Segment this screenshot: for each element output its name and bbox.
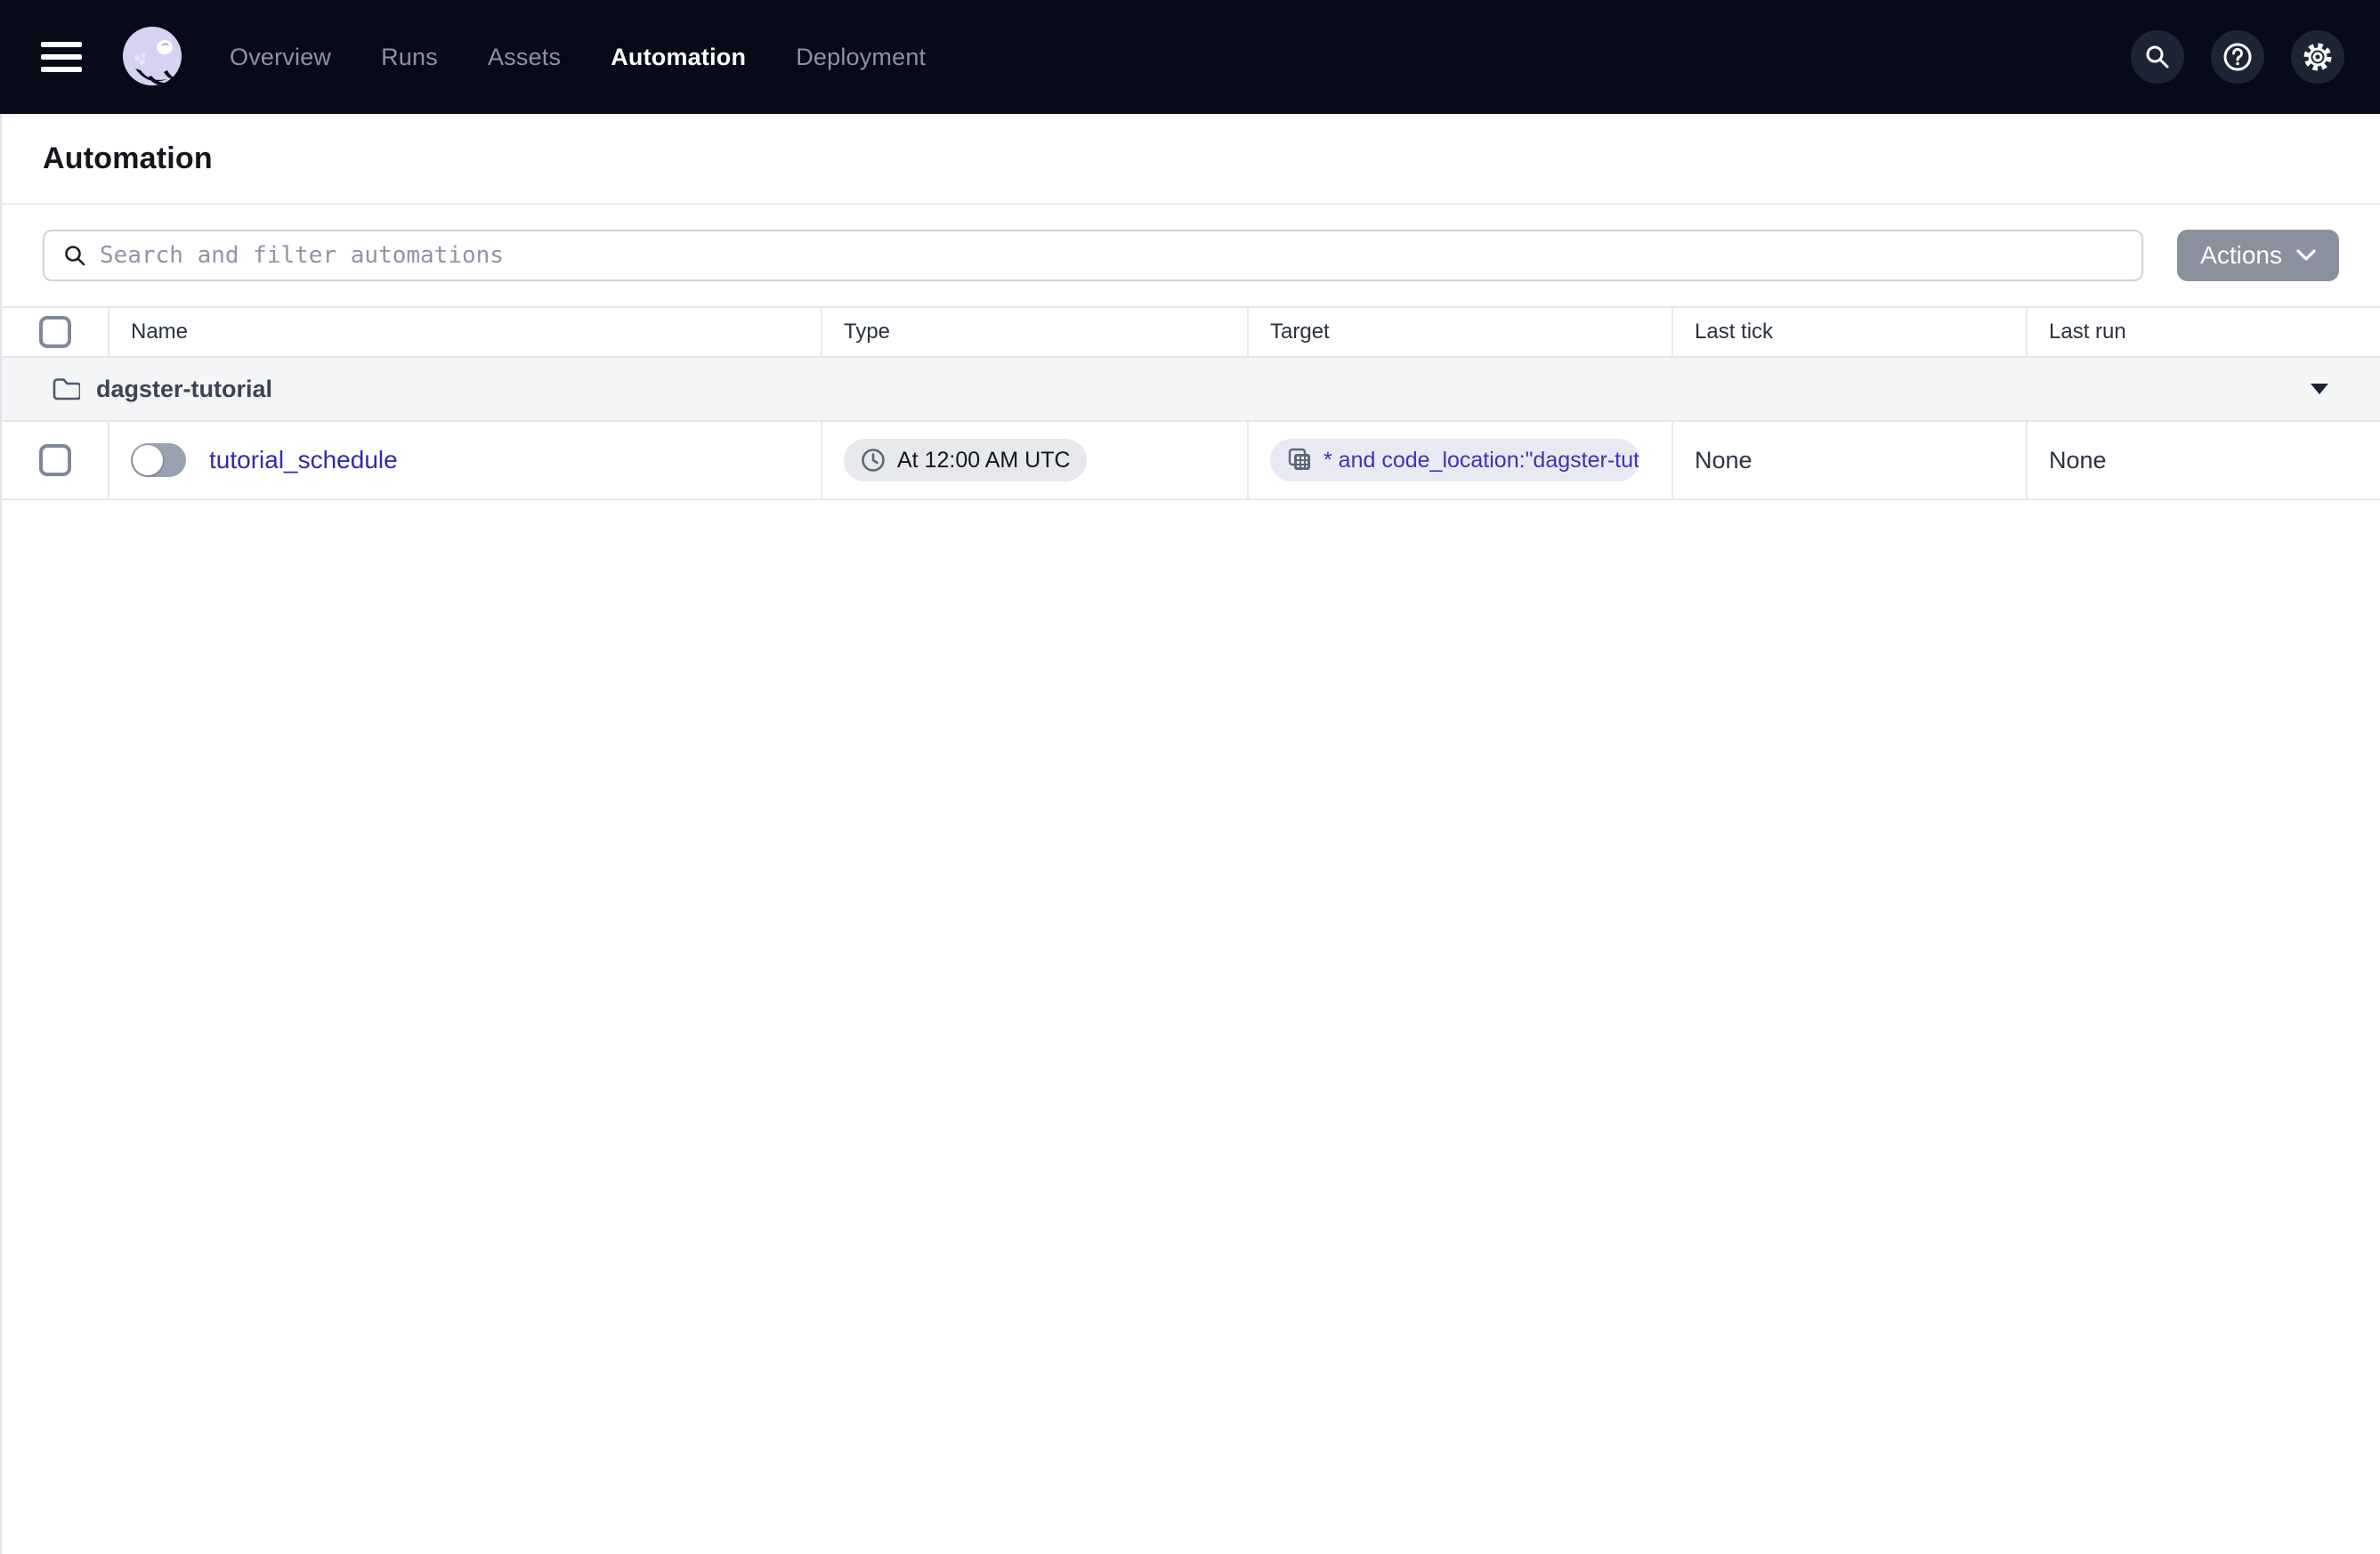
gear-icon	[2303, 43, 2332, 71]
column-header-last-run: Last run	[2026, 308, 2380, 356]
column-header-name: Name	[108, 308, 821, 356]
help-icon	[2223, 43, 2252, 71]
schedule-type-pill[interactable]: At 12:00 AM UTC	[844, 439, 1087, 482]
chevron-down-icon	[2296, 249, 2316, 261]
select-all-checkbox[interactable]	[38, 316, 71, 348]
search-input[interactable]	[100, 242, 2125, 269]
menu-icon[interactable]	[41, 42, 82, 72]
asset-selection-icon	[1288, 448, 1310, 470]
search-button[interactable]	[2131, 30, 2184, 84]
table-row: tutorial_schedule At 12:00 AM UTC * and …	[2, 422, 2380, 500]
automation-name-link[interactable]: tutorial_schedule	[209, 446, 398, 474]
settings-button[interactable]	[2291, 30, 2344, 84]
search-icon	[2146, 45, 2169, 69]
nav-item-deployment[interactable]: Deployment	[796, 44, 926, 71]
group-row-dagster-tutorial[interactable]: dagster-tutorial	[2, 358, 2380, 422]
row-checkbox[interactable]	[38, 444, 71, 476]
search-icon	[65, 246, 85, 266]
filter-toolbar: Actions	[2, 203, 2380, 306]
title-bar: Automation	[2, 114, 2380, 203]
clock-icon	[862, 449, 885, 472]
column-header-target: Target	[1247, 308, 1672, 356]
actions-button[interactable]: Actions	[2177, 230, 2339, 281]
automations-table: Name Type Target Last tick Last run dags…	[2, 306, 2380, 500]
primary-nav: Overview Runs Assets Automation Deployme…	[230, 44, 926, 71]
last-tick-value: None	[1695, 446, 1753, 473]
top-nav-bar: Overview Runs Assets Automation Deployme…	[0, 0, 2380, 114]
collapse-caret-icon[interactable]	[2311, 384, 2328, 394]
target-selection-pill[interactable]: * and code_location:"dagster-tut	[1270, 439, 1639, 482]
schedule-toggle-off[interactable]	[131, 443, 186, 477]
dagster-logo-icon[interactable]	[117, 22, 187, 92]
column-header-type: Type	[821, 308, 1247, 356]
main-content: Automation Actions	[0, 114, 2380, 1554]
page-title: Automation	[43, 141, 213, 175]
nav-item-runs[interactable]: Runs	[381, 44, 438, 71]
folder-icon	[53, 378, 80, 401]
last-run-value: None	[2049, 446, 2107, 473]
group-name: dagster-tutorial	[96, 375, 273, 402]
search-filter-box[interactable]	[43, 230, 2144, 281]
nav-item-automation[interactable]: Automation	[611, 44, 746, 71]
nav-item-overview[interactable]: Overview	[230, 44, 331, 71]
column-header-last-tick: Last tick	[1672, 308, 2026, 356]
table-header-row: Name Type Target Last tick Last run	[2, 306, 2380, 358]
nav-icon-buttons	[2131, 30, 2344, 84]
automation-page: Overview Runs Assets Automation Deployme…	[0, 0, 2380, 1554]
help-button[interactable]	[2211, 30, 2264, 84]
nav-item-assets[interactable]: Assets	[488, 44, 561, 71]
